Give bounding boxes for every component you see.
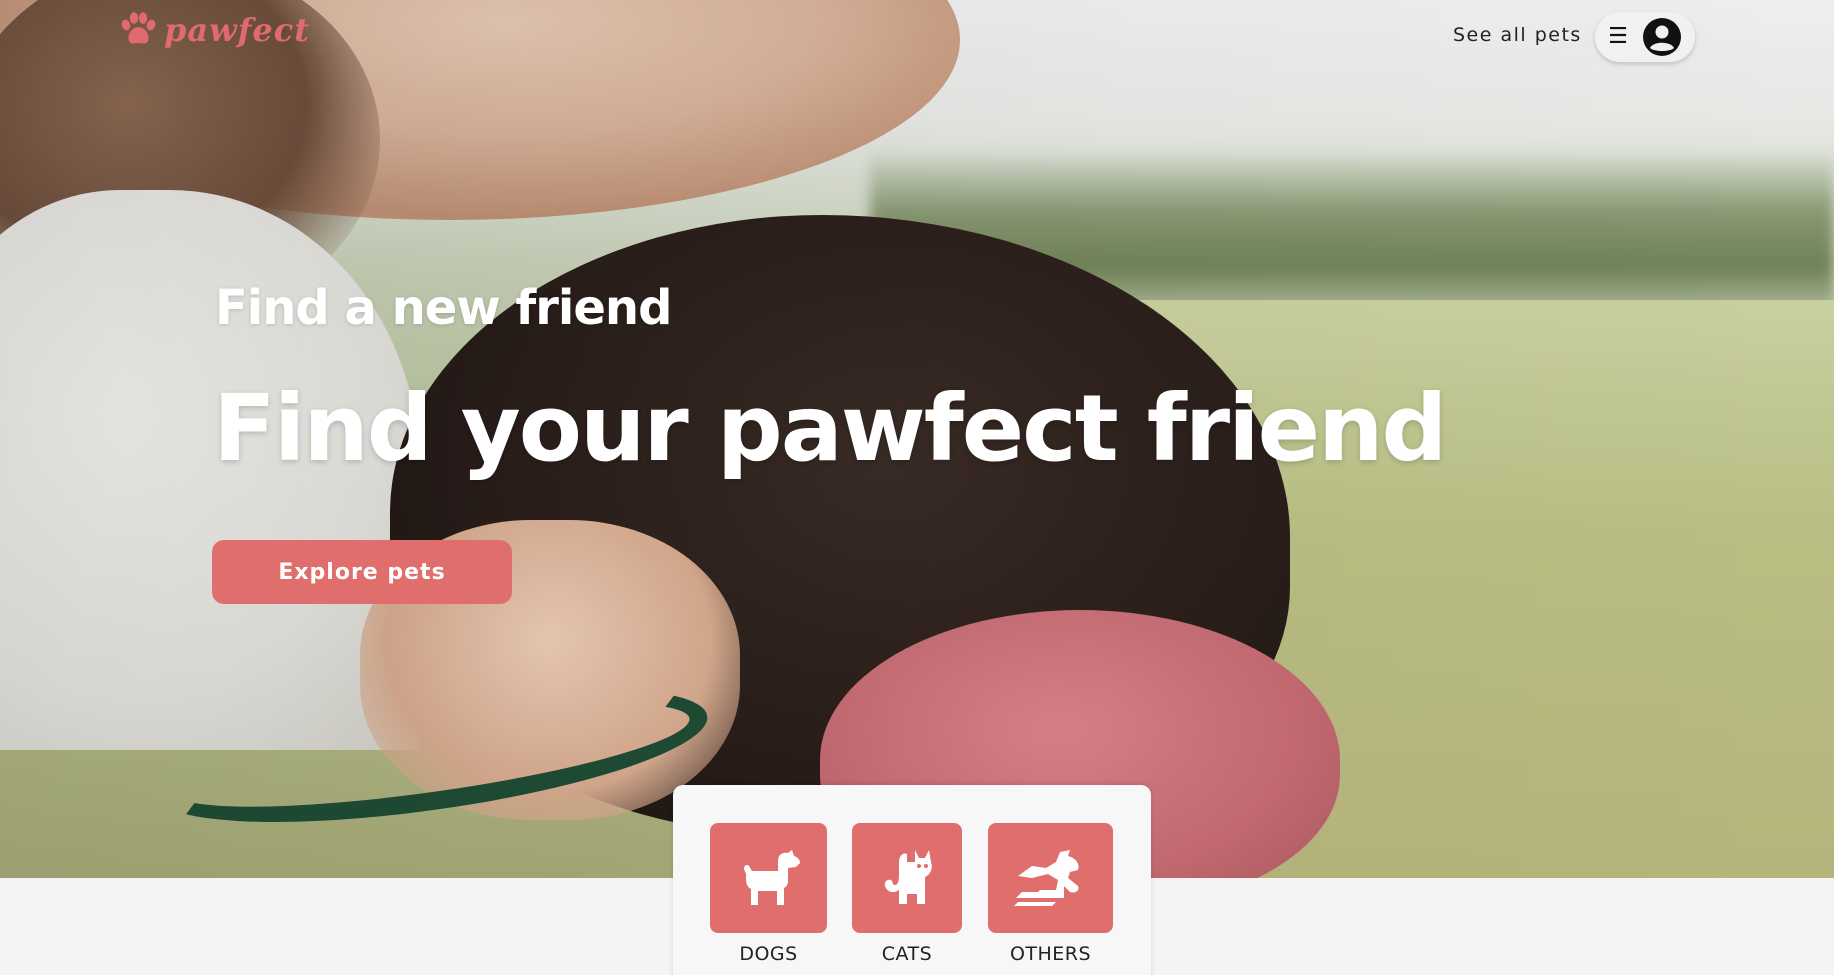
see-all-pets-link[interactable]: See all pets bbox=[1453, 24, 1582, 46]
dog-icon bbox=[743, 850, 800, 905]
category-cats-tile[interactable] bbox=[852, 823, 962, 933]
hamburger-icon: ☰ bbox=[1608, 24, 1628, 49]
dragon-icon bbox=[1013, 850, 1079, 906]
page: pawfect See all pets ☰ Find a new friend… bbox=[0, 0, 1834, 975]
user-circle-icon bbox=[1642, 18, 1681, 56]
category-others-tile[interactable] bbox=[988, 823, 1113, 933]
hero-eyebrow: Find a new friend bbox=[215, 280, 672, 336]
category-others[interactable]: OTHERS bbox=[988, 823, 1113, 965]
category-cats[interactable]: CATS bbox=[852, 823, 962, 965]
paw-icon bbox=[121, 12, 156, 44]
cat-icon bbox=[884, 850, 932, 904]
category-dogs[interactable]: DOGS bbox=[710, 823, 827, 965]
explore-pets-button[interactable]: Explore pets bbox=[212, 540, 512, 604]
category-dogs-tile[interactable] bbox=[710, 823, 827, 933]
user-menu-button[interactable]: ☰ bbox=[1595, 12, 1695, 62]
logo[interactable]: pawfect bbox=[118, 10, 310, 50]
category-panel: DOGS CATS OTHERS bbox=[673, 785, 1151, 975]
brand-name: pawfect bbox=[164, 11, 311, 49]
category-label: DOGS bbox=[739, 943, 798, 965]
category-label: CATS bbox=[881, 943, 933, 965]
category-label: OTHERS bbox=[1009, 943, 1092, 965]
hero-headline: Find your pawfect friend bbox=[213, 375, 1447, 482]
